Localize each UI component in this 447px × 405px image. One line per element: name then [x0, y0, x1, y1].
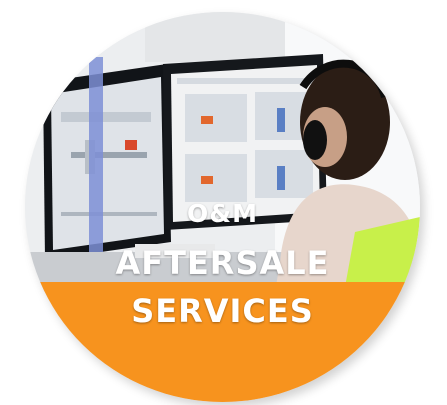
title-line-1: O&M: [187, 199, 258, 228]
service-badge: O&M AFTERSALE SERVICES: [25, 12, 420, 402]
title-line-2: AFTERSALE: [115, 244, 330, 282]
left-monitor: [43, 64, 171, 260]
title-line-3: SERVICES: [131, 292, 314, 330]
